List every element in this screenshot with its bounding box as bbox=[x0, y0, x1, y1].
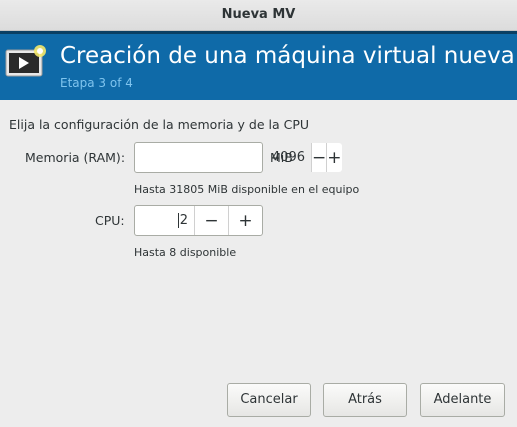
cpu-spinbox[interactable]: 2 − + bbox=[134, 205, 263, 236]
cpu-hint: Hasta 8 disponible bbox=[134, 246, 237, 259]
cancel-button[interactable]: Cancelar bbox=[227, 383, 311, 417]
cpu-label: CPU: bbox=[95, 213, 125, 228]
memory-unit-label: MiB bbox=[270, 150, 293, 165]
memory-label: Memoria (RAM): bbox=[25, 150, 126, 165]
back-button[interactable]: Atrás bbox=[323, 383, 407, 417]
vm-monitor-icon bbox=[5, 45, 46, 77]
window-titlebar[interactable]: Nueva MV bbox=[0, 0, 517, 31]
header-banner: Creación de una máquina virtual nueva Et… bbox=[0, 31, 517, 100]
cpu-increment-button[interactable]: + bbox=[228, 206, 262, 235]
cpu-decrement-button[interactable]: − bbox=[194, 206, 228, 235]
banner-title: Creación de una máquina virtual nueva bbox=[60, 43, 515, 69]
memory-increment-button[interactable]: + bbox=[326, 143, 342, 172]
banner-step-indicator: Etapa 3 of 4 bbox=[60, 76, 133, 90]
memory-spinbox[interactable]: − + bbox=[134, 142, 342, 173]
memory-decrement-button[interactable]: − bbox=[311, 143, 327, 172]
memory-hint: Hasta 31805 MiB disponible en el equipo bbox=[134, 183, 360, 196]
text-cursor bbox=[177, 213, 179, 228]
intro-text: Elija la configuración de la memoria y d… bbox=[9, 117, 310, 132]
cpu-input[interactable]: 2 bbox=[135, 206, 194, 235]
forward-button[interactable]: Adelante bbox=[420, 383, 505, 417]
cpu-value: 2 bbox=[179, 213, 188, 228]
window-title: Nueva MV bbox=[221, 7, 296, 22]
